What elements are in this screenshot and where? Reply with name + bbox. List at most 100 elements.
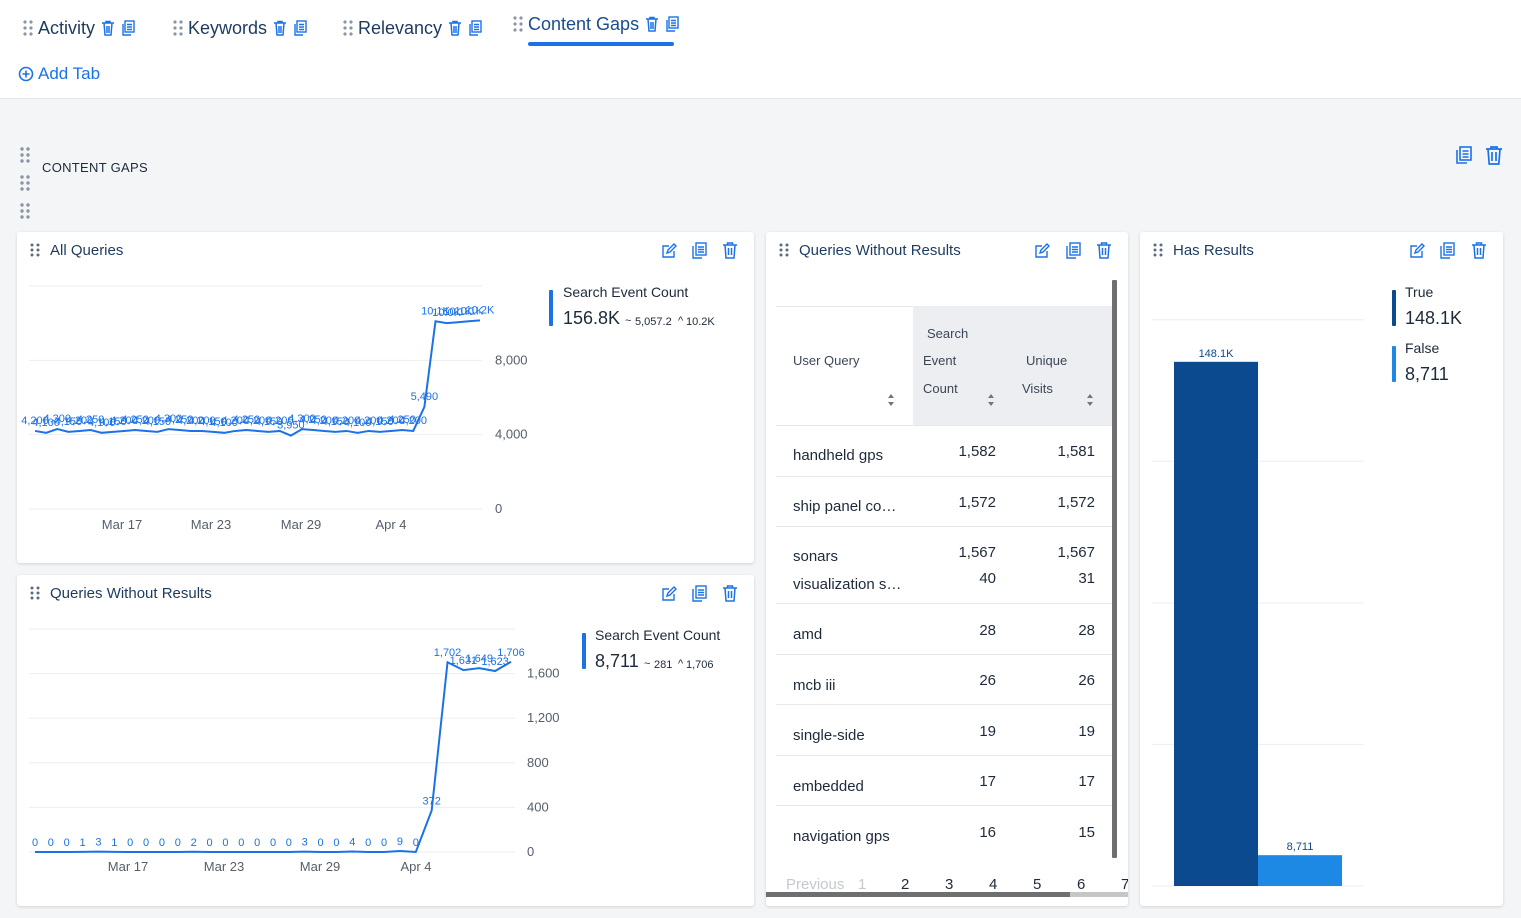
- series-line: [35, 660, 512, 854]
- table-cell-visits: 19: [1078, 723, 1095, 740]
- legend-color-bar-true: [1392, 290, 1396, 326]
- edit-icon[interactable]: [661, 242, 677, 259]
- pager-page-1[interactable]: 1: [858, 876, 866, 893]
- data-label: 0: [143, 837, 149, 849]
- drag-handle-icon[interactable]: [18, 174, 32, 192]
- legend-color-bar: [549, 290, 553, 326]
- queries-without-results-line-chart: 04008001,2001,6000 0 0 1 3 1 0 0 0 0 2 0 0 0 0 0 0 3 0 0 4 0 0…: [29, 628, 560, 874]
- legend-average: 281: [654, 659, 673, 671]
- legend-label: Search Event Count: [595, 627, 721, 643]
- edit-icon[interactable]: [661, 585, 677, 602]
- copy-icon[interactable]: [665, 16, 679, 32]
- legend-max-symbol: ^: [678, 315, 684, 327]
- copy-icon[interactable]: [468, 20, 482, 36]
- trash-icon[interactable]: [448, 20, 462, 36]
- edit-icon[interactable]: [1409, 242, 1425, 259]
- table-cell-visits: 1,572: [1057, 494, 1095, 511]
- trash-icon[interactable]: [1471, 242, 1487, 259]
- drag-handle-icon[interactable]: [512, 15, 524, 33]
- sort-icon[interactable]: [1086, 393, 1094, 407]
- add-tab-button[interactable]: Add Tab: [18, 64, 100, 84]
- column-header-user-query[interactable]: User Query: [776, 306, 913, 426]
- table-cell-visits: 1,567: [1057, 544, 1095, 561]
- divider: [776, 704, 1112, 705]
- section-title: CONTENT GAPS: [42, 160, 148, 175]
- column-header-unique-visits[interactable]: Unique Visits: [1011, 306, 1112, 426]
- pager-page-5[interactable]: 5: [1033, 876, 1041, 893]
- drag-handle-icon[interactable]: [29, 585, 41, 601]
- legend-total-value: 156.8K: [563, 308, 621, 328]
- data-label: 0: [254, 837, 260, 849]
- column-header-label: Event: [923, 353, 957, 368]
- copy-icon[interactable]: [293, 20, 307, 36]
- copy-icon[interactable]: [1065, 242, 1081, 259]
- trash-icon[interactable]: [1484, 145, 1504, 165]
- pager-page-7[interactable]: 7: [1121, 876, 1128, 893]
- data-label: 372: [422, 796, 440, 808]
- column-header-label: Visits: [1022, 381, 1053, 396]
- vertical-scrollbar[interactable]: [1112, 280, 1117, 858]
- table-cell-count: 1,567: [958, 544, 996, 561]
- table-cell-count: 28: [979, 622, 996, 639]
- drag-handle-icon[interactable]: [18, 202, 32, 220]
- divider: [776, 805, 1112, 806]
- pager-page-2[interactable]: 2: [901, 876, 909, 893]
- x-tick-label: Mar 17: [108, 859, 148, 874]
- trash-icon[interactable]: [1096, 242, 1112, 259]
- table-cell-visits: 26: [1078, 672, 1095, 689]
- drag-handle-icon[interactable]: [342, 19, 354, 37]
- has-results-card: Has Results 148.1K 8,711 True 148.1K Fals…: [1140, 232, 1503, 906]
- sort-icon[interactable]: [987, 393, 995, 407]
- drag-handle-icon[interactable]: [172, 19, 184, 37]
- copy-icon[interactable]: [691, 585, 707, 602]
- table-cell-query: visualization s…: [793, 576, 902, 593]
- edit-icon[interactable]: [1034, 242, 1050, 259]
- sort-icon[interactable]: [887, 393, 895, 407]
- table-cell-count: 26: [979, 672, 996, 689]
- data-label: 0: [381, 837, 387, 849]
- legend-average-symbol: ~: [644, 658, 651, 670]
- copy-icon[interactable]: [121, 20, 135, 36]
- trash-icon[interactable]: [722, 242, 738, 259]
- table-cell-visits: 15: [1078, 824, 1095, 841]
- pager-page-4[interactable]: 4: [989, 876, 997, 893]
- drag-handle-icon[interactable]: [29, 242, 41, 258]
- drag-handle-icon[interactable]: [1152, 242, 1164, 258]
- copy-icon[interactable]: [1454, 145, 1474, 165]
- data-label: 1,706: [497, 647, 525, 659]
- tab-label: Activity: [38, 17, 96, 38]
- tab-keywords[interactable]: Keywords: [172, 12, 307, 44]
- data-label: 0: [270, 837, 276, 849]
- pager-page-3[interactable]: 3: [945, 876, 953, 893]
- tab-content-gaps[interactable]: Content Gaps: [512, 8, 679, 40]
- legend-average: 5,057.2: [635, 316, 672, 328]
- trash-icon[interactable]: [273, 20, 287, 36]
- legend-value-true: 148.1K: [1405, 308, 1463, 328]
- horizontal-scrollbar-thumb[interactable]: [766, 892, 1070, 897]
- drag-handle-icon[interactable]: [18, 146, 32, 164]
- y-tick-label: 4,000: [495, 427, 528, 442]
- trash-icon[interactable]: [645, 16, 659, 32]
- tab-relevancy[interactable]: Relevancy: [342, 12, 482, 44]
- column-header-label: User Query: [793, 353, 860, 368]
- pager-page-6[interactable]: 6: [1077, 876, 1085, 893]
- plus-circle-icon: [18, 66, 34, 82]
- legend-max-symbol: ^: [678, 658, 684, 670]
- divider: [776, 755, 1112, 756]
- copy-icon[interactable]: [691, 242, 707, 259]
- pager-previous-button[interactable]: Previous: [786, 876, 844, 893]
- divider: [776, 654, 1112, 655]
- tab-activity[interactable]: Activity: [22, 12, 135, 44]
- table-cell-query: single-side: [793, 727, 865, 744]
- drag-handle-icon[interactable]: [22, 19, 34, 37]
- x-tick-label: Mar 23: [204, 859, 244, 874]
- drag-handle-icon[interactable]: [778, 242, 790, 258]
- column-header-search-event-count[interactable]: Search Event Count: [913, 306, 1011, 426]
- trash-icon[interactable]: [722, 585, 738, 602]
- copy-icon[interactable]: [1439, 242, 1455, 259]
- data-label: 0: [127, 837, 133, 849]
- data-label: 0: [159, 837, 165, 849]
- trash-icon[interactable]: [101, 20, 115, 36]
- legend-max: 10.2K: [686, 316, 715, 328]
- legend-label-false: False: [1405, 340, 1440, 356]
